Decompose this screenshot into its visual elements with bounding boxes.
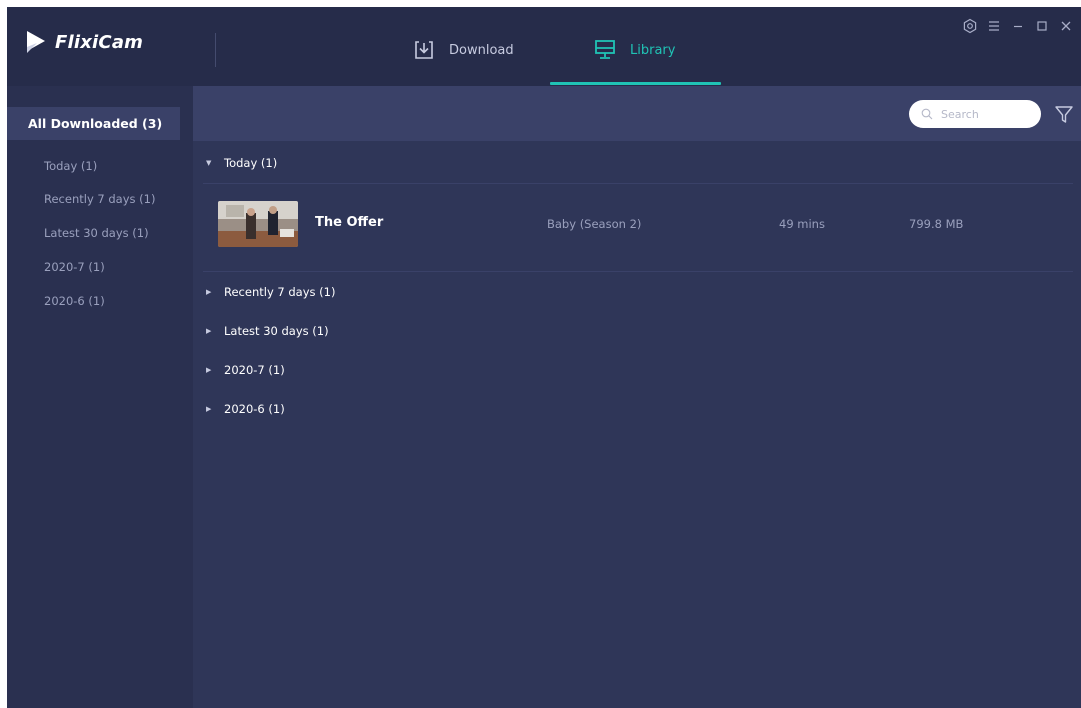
sidebar-item-today[interactable]: Today (1) <box>7 149 193 182</box>
tab-download[interactable]: Download <box>413 37 514 63</box>
close-icon[interactable] <box>1055 15 1077 37</box>
tab-library-label: Library <box>630 42 676 58</box>
search-input[interactable] <box>939 106 1033 122</box>
tab-library[interactable]: Library <box>594 37 675 63</box>
group-today[interactable]: ▼ Today (1) <box>206 153 277 173</box>
caret-right-icon: ▶ <box>206 327 212 335</box>
sidebar-item-recently-7-days[interactable]: Recently 7 days (1) <box>7 182 193 215</box>
group-2020-7[interactable]: ▶ 2020-7 (1) <box>206 360 285 380</box>
group-recently-7-days[interactable]: ▶ Recently 7 days (1) <box>206 282 335 302</box>
maximize-icon[interactable] <box>1031 15 1053 37</box>
menu-icon[interactable] <box>983 15 1005 37</box>
group-latest-30-days-label: Latest 30 days (1) <box>224 324 329 338</box>
group-2020-6-label: 2020-6 (1) <box>224 402 285 416</box>
minimize-icon[interactable] <box>1007 15 1029 37</box>
group-latest-30-days[interactable]: ▶ Latest 30 days (1) <box>206 321 329 341</box>
download-icon <box>415 41 433 59</box>
row-divider <box>203 183 1073 184</box>
caret-down-icon: ▼ <box>206 159 212 167</box>
app-logo: FlixiCam <box>25 29 143 55</box>
video-row[interactable]: The Offer Baby (Season 2) 49 mins 799.8 … <box>203 185 1073 267</box>
video-thumbnail <box>218 201 298 247</box>
library-toolbar <box>193 86 1081 141</box>
row-divider <box>203 271 1073 272</box>
video-series: Baby (Season 2) <box>547 217 642 231</box>
app-name: FlixiCam <box>55 31 144 53</box>
monitor-icon <box>595 40 615 59</box>
title-bar: FlixiCam Download Library <box>7 7 1081 86</box>
active-tab-indicator <box>550 82 721 85</box>
caret-right-icon: ▶ <box>206 288 212 296</box>
caret-right-icon: ▶ <box>206 405 212 413</box>
sidebar-item-all-downloaded[interactable]: All Downloaded (3) <box>7 107 180 140</box>
title-divider <box>215 33 216 67</box>
logo-play-icon <box>27 31 45 53</box>
search-box[interactable] <box>909 100 1041 128</box>
app-window: FlixiCam Download Library All Downloaded… <box>7 7 1081 708</box>
window-controls <box>957 15 1077 37</box>
sidebar-item-2020-6[interactable]: 2020-6 (1) <box>7 284 193 317</box>
video-size: 799.8 MB <box>909 217 964 231</box>
sidebar-item-latest-30-days[interactable]: Latest 30 days (1) <box>7 216 193 249</box>
video-duration: 49 mins <box>779 217 825 231</box>
filter-icon[interactable] <box>1053 103 1075 125</box>
caret-right-icon: ▶ <box>206 366 212 374</box>
video-title: The Offer <box>315 215 384 230</box>
group-2020-6[interactable]: ▶ 2020-6 (1) <box>206 399 285 419</box>
group-today-label: Today (1) <box>224 156 278 170</box>
group-recently-7-days-label: Recently 7 days (1) <box>224 285 336 299</box>
tab-download-label: Download <box>449 42 514 58</box>
group-2020-7-label: 2020-7 (1) <box>224 363 285 377</box>
settings-icon[interactable] <box>959 15 981 37</box>
sidebar: All Downloaded (3) Today (1) Recently 7 … <box>7 86 193 708</box>
search-icon <box>921 108 933 120</box>
sidebar-item-2020-7[interactable]: 2020-7 (1) <box>7 250 193 283</box>
